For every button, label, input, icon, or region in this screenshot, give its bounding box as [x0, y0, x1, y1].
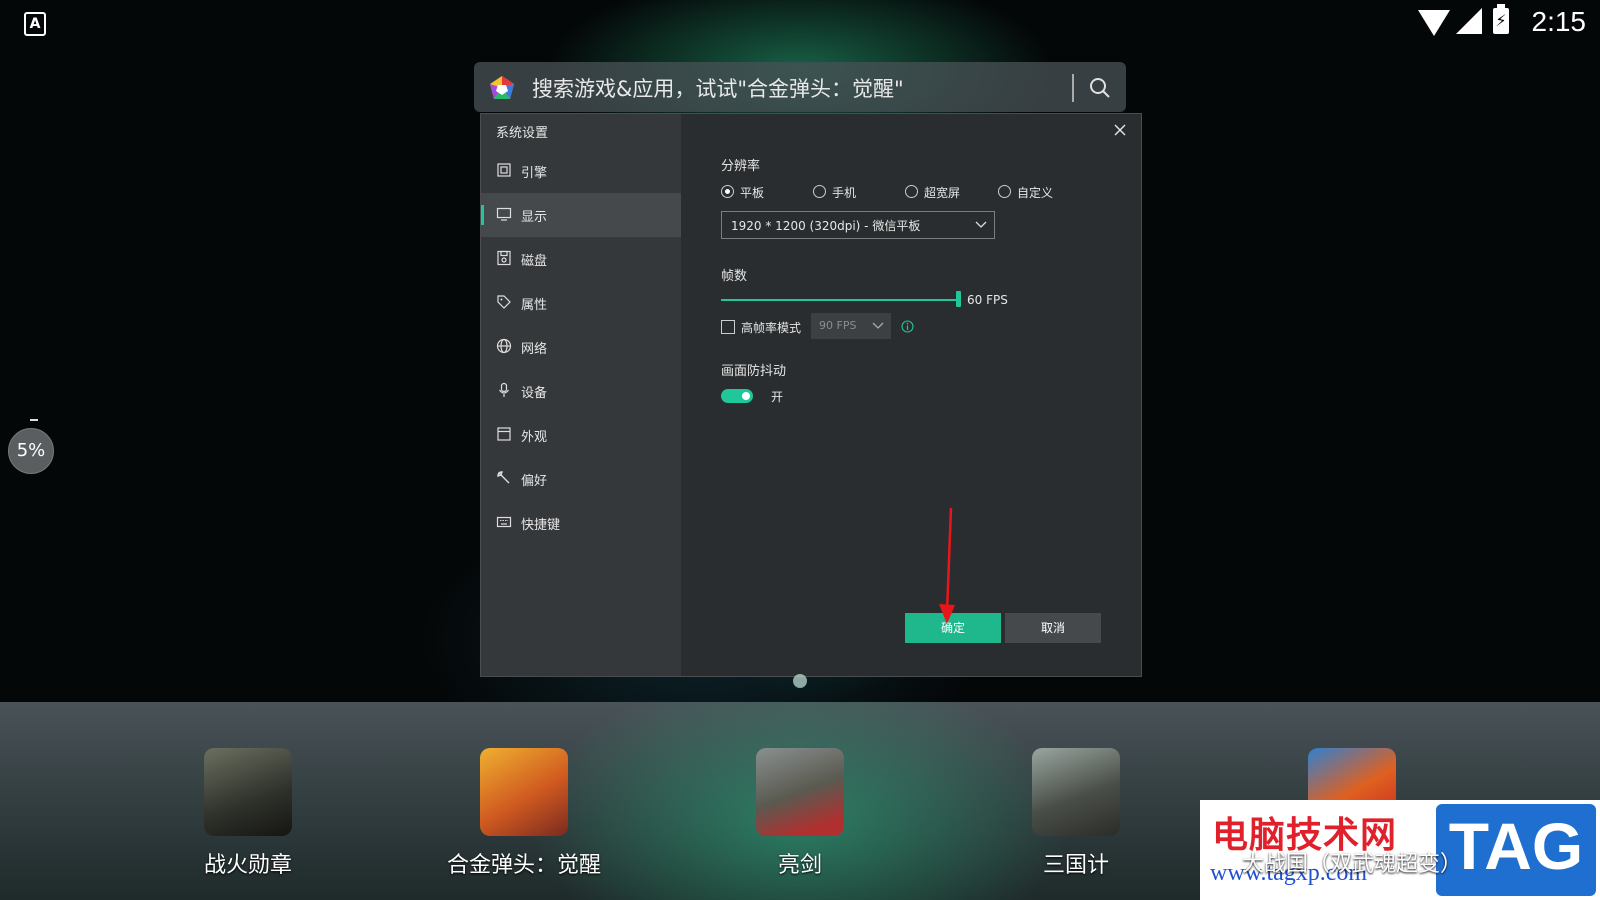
nav-item-disk[interactable]: 磁盘: [481, 237, 681, 281]
keyboard-icon: [496, 516, 512, 528]
nav-item-device[interactable]: 设备: [481, 369, 681, 413]
chevron-down-icon: [872, 322, 884, 329]
radio-label: 平板: [740, 186, 765, 200]
app-indicator-icon: A: [24, 12, 46, 36]
search-divider: [1072, 74, 1074, 102]
clock: 2:15: [1531, 6, 1587, 37]
battery-icon: ⚡: [1493, 4, 1509, 34]
app-icon[interactable]: [756, 748, 844, 836]
page-indicator-dot: [793, 674, 807, 688]
app-icon[interactable]: [204, 748, 292, 836]
app-store-logo-icon: [490, 76, 514, 99]
resolution-value: 1920 * 1200 (320dpi) - 微信平板: [731, 219, 921, 233]
system-settings-dialog: 系统设置 引擎 显示 磁盘 属性 网络 设备 外观 偏好 快捷键 分辨率 平板 …: [480, 113, 1142, 677]
framerate-section-title: 帧数: [721, 269, 748, 284]
ok-button[interactable]: 确定: [905, 613, 1001, 643]
app-label: 大战国（双武魂超变）: [1242, 852, 1463, 877]
high-fps-value: 90 FPS: [819, 319, 857, 332]
progress-tick: [30, 419, 38, 421]
nav-label: 属性: [521, 298, 548, 313]
high-fps-dropdown[interactable]: 90 FPS: [811, 313, 891, 339]
stabilize-toggle-label: 开: [771, 390, 784, 404]
nav-item-engine[interactable]: 引擎: [481, 149, 681, 193]
resolution-dropdown[interactable]: 1920 * 1200 (320dpi) - 微信平板: [721, 211, 995, 239]
resolution-section-title: 分辨率: [721, 159, 761, 174]
nav-label: 设备: [521, 386, 548, 401]
progress-indicator[interactable]: 5%: [8, 428, 54, 474]
search-bar[interactable]: 搜索游戏&应用，试试"合金弹头：觉醒": [474, 62, 1126, 112]
settings-sidebar: 系统设置 引擎 显示 磁盘 属性 网络 设备 外观 偏好 快捷键: [481, 114, 681, 676]
close-icon[interactable]: [1112, 122, 1128, 138]
microphone-icon: [499, 382, 509, 397]
engine-icon: [497, 163, 511, 177]
radio-label: 自定义: [1017, 186, 1054, 200]
disk-icon: [497, 250, 511, 266]
app-label: 战火勋章: [203, 853, 292, 878]
fps-slider-handle[interactable]: [956, 291, 961, 307]
app-label: 亮剑: [777, 853, 822, 878]
stabilize-section-title: 画面防抖动: [721, 364, 787, 379]
chevron-down-icon: [975, 221, 987, 228]
app-icon[interactable]: [480, 748, 568, 836]
nav-item-network[interactable]: 网络: [481, 325, 681, 369]
cancel-button[interactable]: 取消: [1005, 613, 1101, 643]
dialog-title: 系统设置: [496, 126, 549, 141]
search-icon[interactable]: [1088, 76, 1112, 100]
wrench-icon: [497, 471, 510, 484]
nav-label: 显示: [521, 210, 548, 225]
search-input[interactable]: 搜索游戏&应用，试试"合金弹头：觉醒": [532, 73, 904, 103]
high-framerate-checkbox[interactable]: [721, 320, 735, 334]
app-icon[interactable]: [1032, 748, 1120, 836]
app-label: 合金弹头：觉醒: [446, 853, 601, 878]
nav-label: 偏好: [521, 474, 548, 489]
fps-value: 60 FPS: [967, 293, 1008, 307]
nav-item-shortcuts[interactable]: 快捷键: [481, 501, 681, 545]
globe-icon: [496, 338, 512, 354]
nav-label: 磁盘: [521, 254, 548, 269]
nav-label: 外观: [521, 430, 548, 445]
info-icon[interactable]: [901, 320, 914, 333]
tag-icon: [497, 295, 511, 309]
nav-item-display[interactable]: 显示: [481, 193, 681, 237]
window-icon: [497, 427, 511, 441]
app-label: 三国计: [1042, 853, 1109, 878]
stabilize-toggle[interactable]: [721, 389, 753, 403]
high-framerate-label: 高帧率模式: [741, 321, 802, 335]
nav-label: 引擎: [521, 166, 548, 181]
monitor-icon: [496, 207, 512, 221]
nav-item-appearance[interactable]: 外观: [481, 413, 681, 457]
nav-label: 快捷键: [521, 518, 561, 533]
wifi-icon: [1418, 10, 1450, 36]
nav-item-properties[interactable]: 属性: [481, 281, 681, 325]
radio-label: 手机: [832, 186, 857, 200]
signal-icon: [1456, 8, 1482, 34]
fps-slider-track[interactable]: [721, 299, 957, 301]
nav-label: 网络: [521, 342, 548, 357]
radio-label: 超宽屏: [924, 186, 961, 200]
status-bar: A ⚡ 2:15: [0, 0, 1600, 44]
nav-item-preferences[interactable]: 偏好: [481, 457, 681, 501]
